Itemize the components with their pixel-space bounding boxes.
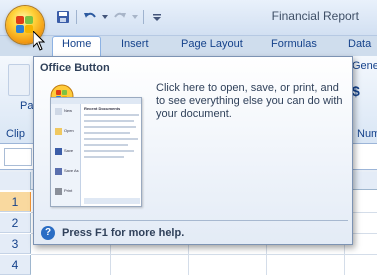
row-divider <box>31 254 377 255</box>
tab-formulas[interactable]: Formulas <box>271 38 317 50</box>
office-logo-icon <box>16 16 34 34</box>
paste-icon[interactable] <box>8 64 30 96</box>
help-icon: ? <box>41 226 55 240</box>
print-icon <box>55 188 62 195</box>
office-menu-preview-image: New Open Save Save As Print Recent Docum… <box>50 97 142 207</box>
select-all-corner[interactable] <box>0 172 31 190</box>
clipboard-group-label: Clip <box>6 128 25 140</box>
preview-menu-item: Print <box>64 188 73 193</box>
tab-insert[interactable]: Insert <box>121 38 149 50</box>
window-title: Financial Report <box>271 9 359 23</box>
customize-toolbar-icon[interactable] <box>148 8 166 26</box>
title-bar: Financial Report <box>0 0 377 36</box>
preview-recent-line <box>84 144 128 146</box>
row-header[interactable]: 2 <box>0 213 31 233</box>
row-header[interactable]: 4 <box>0 255 31 275</box>
row-header[interactable]: 3 <box>0 234 31 254</box>
preview-recent-heading: Recent Documents <box>84 106 121 111</box>
preview-menu-item: Save <box>64 148 74 153</box>
redo-icon[interactable] <box>111 8 129 26</box>
tab-data[interactable]: Data <box>348 38 371 50</box>
tooltip-title: Office Button <box>40 62 110 74</box>
preview-recent-line <box>84 126 136 128</box>
save-as-icon <box>55 168 62 175</box>
number-group-label: Num <box>357 128 377 140</box>
tooltip-divider <box>40 220 348 221</box>
tab-home[interactable]: Home <box>52 36 102 57</box>
tooltip-description: Click here to open, save, or print, and … <box>156 82 343 120</box>
undo-icon[interactable] <box>81 8 99 26</box>
preview-footer-buttons <box>84 198 140 204</box>
number-format-select[interactable]: Genera <box>352 60 377 72</box>
save-icon <box>55 148 62 155</box>
new-doc-icon <box>55 108 62 115</box>
redo-dropdown-icon[interactable] <box>131 8 139 26</box>
tab-page-layout[interactable]: Page Layout <box>181 38 243 50</box>
row-header[interactable]: 1 <box>0 192 31 212</box>
office-button-tooltip: Office Button Click here to open, save, … <box>33 56 353 245</box>
open-folder-icon <box>55 128 62 135</box>
currency-button[interactable]: $ <box>352 83 360 99</box>
preview-recent-line <box>84 114 139 116</box>
undo-dropdown-icon[interactable] <box>101 8 109 26</box>
preview-menu-item: Save As <box>64 168 79 173</box>
save-icon[interactable] <box>54 8 72 26</box>
preview-recent-line <box>84 156 124 158</box>
preview-menu-item: Open <box>64 128 74 133</box>
quick-access-toolbar <box>54 8 166 26</box>
toolbar-separator <box>76 10 77 24</box>
preview-recent-line <box>84 132 130 134</box>
preview-menu-item: New <box>64 108 73 113</box>
name-box[interactable] <box>4 148 32 166</box>
ribbon-tabs: Home Insert Page Layout Formulas Data <box>0 36 377 57</box>
preview-recent-line <box>84 138 138 140</box>
toolbar-separator <box>143 10 144 24</box>
tooltip-help-text: Press F1 for more help. <box>62 227 185 239</box>
preview-recent-line <box>84 150 134 152</box>
mouse-cursor-icon <box>33 31 45 51</box>
preview-recent-line <box>84 120 134 122</box>
